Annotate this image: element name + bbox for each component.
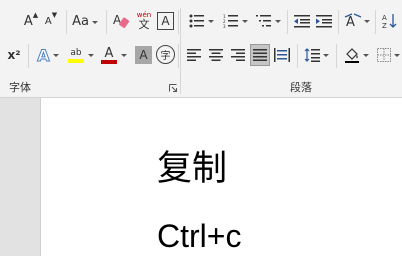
character-shading-label: A: [139, 48, 148, 62]
change-case-label: Aa: [72, 13, 89, 29]
document-page[interactable]: 复制 Ctrl+c: [40, 98, 402, 256]
align-right-icon: [231, 49, 245, 61]
phonetic-guide-char: 文: [138, 18, 150, 31]
superscript-label: x²: [7, 48, 21, 62]
text-effects-button[interactable]: A: [33, 44, 63, 66]
chevron-down-icon: [88, 53, 94, 57]
separator: [297, 44, 298, 68]
separator: [375, 10, 376, 34]
highlight-color-bar: [68, 58, 84, 63]
align-left-icon: [187, 49, 201, 61]
distributed-button[interactable]: [272, 44, 292, 66]
dialog-launcher-icon: [168, 83, 177, 92]
line-spacing-icon: [304, 48, 320, 62]
enclose-characters-button[interactable]: 字: [156, 45, 175, 64]
separator: [66, 10, 67, 34]
chevron-down-icon: [52, 53, 59, 57]
svg-text:3: 3: [223, 24, 226, 28]
chevron-down-icon: [91, 20, 98, 24]
shrink-font-label: A: [44, 15, 52, 27]
separator: [106, 10, 107, 34]
align-left-button[interactable]: [184, 44, 204, 66]
separator: [178, 44, 179, 68]
separator: [28, 44, 29, 68]
sort-icon: AZ: [382, 14, 397, 29]
increase-indent-button[interactable]: [314, 10, 334, 32]
justify-button[interactable]: [250, 44, 270, 66]
separator: [336, 44, 337, 68]
chevron-down-icon: [364, 19, 370, 23]
numbered-list-icon: 1 2 3: [223, 14, 238, 28]
separator: [178, 10, 179, 34]
enclose-characters-label: 字: [160, 51, 171, 62]
text-effects-label: A: [37, 45, 50, 65]
svg-text:A: A: [346, 15, 355, 29]
chevron-down-icon: [274, 19, 281, 23]
character-border-label: A: [161, 14, 170, 28]
phonetic-guide-button[interactable]: wén 文: [134, 10, 154, 32]
asian-layout-button[interactable]: A: [343, 10, 371, 32]
clear-formatting-button[interactable]: A: [111, 10, 131, 32]
chevron-down-icon: [362, 53, 369, 57]
line-spacing-button[interactable]: [301, 44, 331, 66]
align-center-icon: [209, 49, 223, 61]
distributed-align-icon: [274, 48, 290, 62]
borders-button[interactable]: [375, 44, 402, 66]
character-shading-button[interactable]: A: [135, 46, 152, 64]
chevron-down-icon: [394, 53, 400, 57]
decrease-indent-icon: [294, 15, 310, 28]
font-color-label: A: [104, 45, 114, 61]
chevron-down-icon: [121, 53, 127, 57]
paragraph-group-label: 段落: [290, 81, 312, 94]
decrease-indent-button[interactable]: [292, 10, 312, 32]
multilevel-list-icon: [255, 15, 271, 27]
align-right-button[interactable]: [228, 44, 248, 66]
svg-text:Z: Z: [382, 22, 387, 29]
chevron-down-icon: [322, 53, 329, 57]
highlight-label: ab: [70, 47, 82, 58]
change-case-button[interactable]: Aa: [70, 10, 100, 32]
font-color-button[interactable]: A: [99, 44, 129, 66]
character-border-button[interactable]: A: [157, 12, 174, 30]
justify-icon: [253, 49, 267, 61]
ribbon: A ▲ A ▼ Aa A wén 文 A 1 2 3 A A Z x² A ab…: [0, 0, 402, 98]
align-center-button[interactable]: [206, 44, 226, 66]
borders-icon: [377, 48, 391, 62]
grow-font-label: A: [23, 13, 33, 29]
document-margin: [0, 98, 40, 256]
multilevel-list-button[interactable]: [253, 10, 283, 32]
separator: [287, 10, 288, 34]
chevron-down-icon: [207, 19, 214, 23]
font-color-bar: [101, 59, 117, 64]
font-dialog-launcher[interactable]: [168, 83, 177, 92]
paint-bucket-icon: [344, 48, 359, 63]
increase-indent-icon: [316, 15, 332, 28]
numbering-button[interactable]: 1 2 3: [220, 10, 250, 32]
superscript-button[interactable]: x²: [4, 44, 24, 66]
text-highlight-button[interactable]: ab: [66, 44, 96, 66]
separator: [338, 10, 339, 34]
asian-layout-icon: A: [344, 13, 362, 29]
group-separator: [180, 8, 181, 94]
grow-font-button[interactable]: A ▲: [22, 10, 40, 32]
sort-button[interactable]: AZ: [380, 10, 400, 32]
svg-text:A: A: [382, 14, 387, 22]
document-line-copy: 复制: [157, 149, 228, 189]
shrink-font-button[interactable]: A ▼: [42, 10, 60, 32]
bullets-button[interactable]: [186, 10, 216, 32]
bullet-list-icon: [189, 14, 204, 28]
chevron-down-icon: [241, 19, 248, 23]
document-line-shortcut: Ctrl+c: [157, 218, 242, 254]
shading-button[interactable]: [341, 44, 371, 66]
eraser-icon: A: [113, 13, 130, 28]
font-group-label: 字体: [9, 81, 31, 94]
